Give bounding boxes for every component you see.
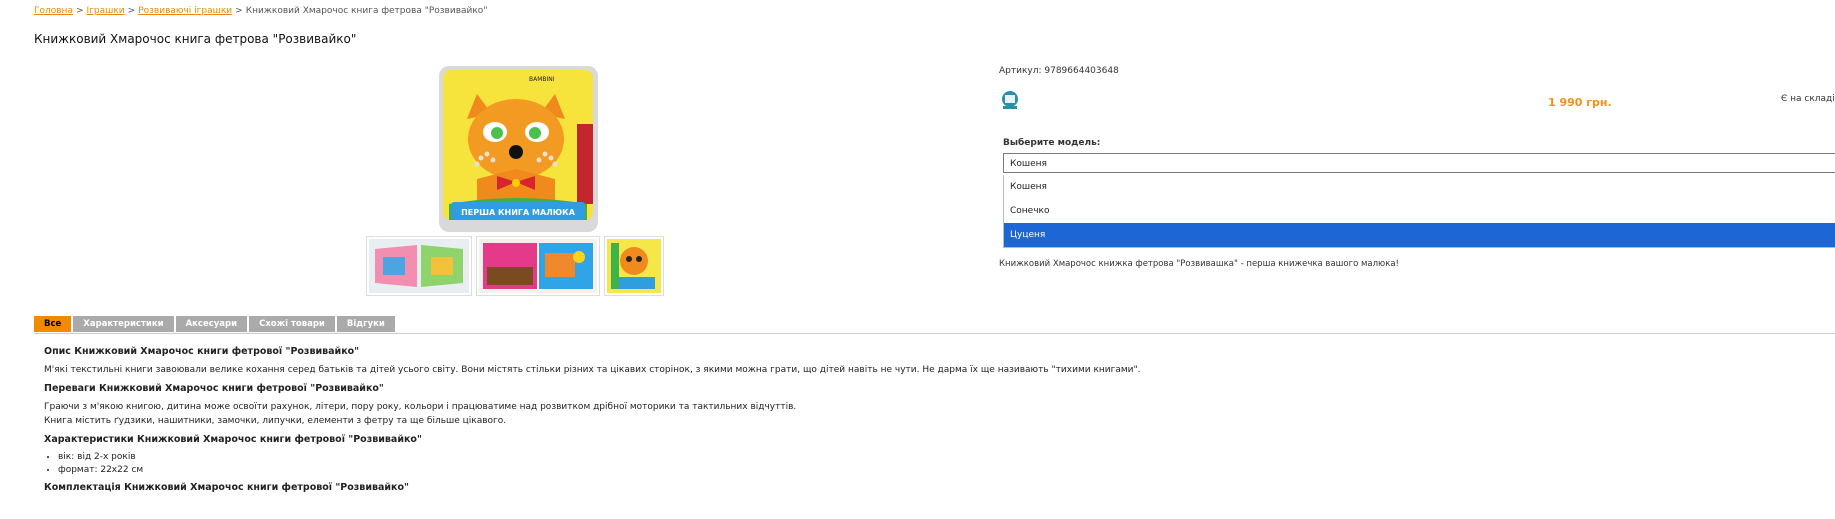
brand-logo[interactable] [1000,89,1020,111]
description-heading: Опис Книжковий Хмарочос книги фетрової "… [44,346,360,357]
thumbnail-1[interactable] [366,236,472,296]
breadcrumb-educational[interactable]: Розвиваючі іграшки [138,6,232,16]
product-description: Опис Книжковий Хмарочос книги фетрової "… [44,346,1744,493]
description-text: М'які текстильні книги завоювали велике … [44,365,1141,375]
short-description: Книжковий Хмарочос книжка фетрова "Розви… [999,259,1399,269]
model-select[interactable]: Кошеня [1003,153,1835,173]
advantages-text-1: Граючи з м'якою книгою, дитина може осво… [44,402,797,412]
thumbnail-strip [366,236,664,296]
thumbnail-3[interactable] [604,236,664,296]
model-option-sun[interactable]: Сонечко [1004,199,1835,223]
model-option-puppy[interactable]: Цуценя [1004,223,1835,247]
breadcrumb-home[interactable]: Головна [34,6,73,16]
tab-all[interactable]: Все [34,316,72,332]
characteristics-list: вік: від 2-х років формат: 22х22 см [44,451,1744,477]
page-title: Книжковий Хмарочос книга фетрова "Розвив… [34,32,357,46]
breadcrumb: Головна > Іграшки > Розвиваючі іграшки > Книжк… [34,6,488,16]
tab-characteristics[interactable]: Характеристики [73,316,174,332]
product-tabs: Все Характеристики Аксесуари Схожі товар… [34,316,397,332]
svg-text:BAMBINI: BAMBINI [529,76,555,83]
list-item: вік: від 2-х років [58,451,1744,464]
advantages-heading: Переваги Книжковий Хмарочос книги фетров… [44,383,384,394]
svg-text:ПЕРША КНИГА МАЛЮКА: ПЕРША КНИГА МАЛЮКА [461,208,576,217]
tab-similar[interactable]: Схожі товари [249,316,335,332]
stock-status: Є на складі [1781,94,1835,104]
advantages-text-2: Книга містить ґудзики, нашитники, замочк… [44,416,507,426]
product-price: 1 990 грн. [1548,96,1612,109]
product-main-image[interactable]: BAMBINI ПЕРША КНИГА МАЛЮКА [437,64,600,234]
breadcrumb-toys[interactable]: Іграшки [87,6,125,16]
model-option-kitten[interactable]: Кошеня [1004,175,1835,199]
model-select-dropdown: Кошеня Сонечко Цуценя [1003,175,1835,248]
model-select-label: Выберите модель: [1003,138,1101,148]
tab-accessories[interactable]: Аксесуари [175,316,248,332]
tab-reviews[interactable]: Відгуки [336,316,395,332]
tab-divider [34,333,1835,334]
characteristics-heading: Характеристики Книжковий Хмарочос книги … [44,434,422,445]
package-heading: Комплектація Книжковий Хмарочос книги фе… [44,482,409,493]
thumbnail-2[interactable] [476,236,600,296]
product-sku: Артикул: 9789664403648 [999,66,1119,76]
list-item: формат: 22х22 см [58,464,1744,477]
breadcrumb-current: Книжковий Хмарочос книга фетрова "Розвив… [245,6,488,16]
